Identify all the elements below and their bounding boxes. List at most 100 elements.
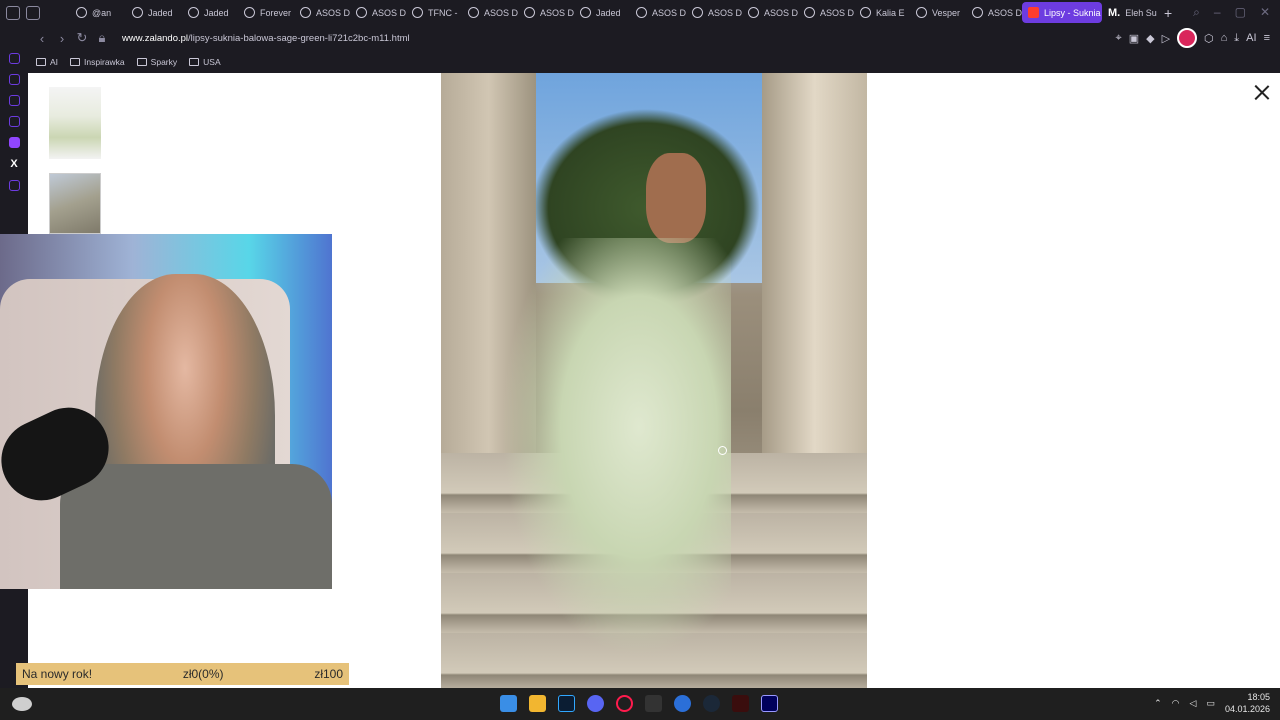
product-image-zoomed[interactable] <box>441 73 867 688</box>
tab[interactable]: Jaded <box>126 2 182 23</box>
tab[interactable]: ASOS D <box>742 2 798 23</box>
tab[interactable]: @an <box>70 2 126 23</box>
tab[interactable]: Kalia E <box>854 2 910 23</box>
tab-label: Jaded <box>596 7 621 18</box>
tab-active[interactable]: Lipsy - Suknia <box>1022 2 1102 23</box>
play-icon[interactable]: ▷ <box>1162 32 1170 45</box>
close-icon[interactable] <box>1252 83 1272 103</box>
tab[interactable]: M. Eleh Su <box>1102 2 1158 23</box>
epic-games-icon[interactable] <box>645 695 662 712</box>
tab-label: ASOS D <box>316 7 350 18</box>
system-tray: ⌃ ◠ ◁ ▭ 18:05 04.01.2026 <box>1154 691 1270 715</box>
tab-favicon-icon <box>356 7 367 18</box>
tab-label: Kalia E <box>876 7 905 18</box>
messenger-icon[interactable] <box>674 695 691 712</box>
browser-toolbar-icons: ⌖ ▣ ◆ ▷ ⬡ ⌂ ⤓ AI ≡ <box>1115 28 1280 48</box>
wifi-icon[interactable]: ◠ <box>1172 698 1180 709</box>
tab-menu-icon[interactable] <box>26 5 40 20</box>
tab-label: TFNC - <box>428 7 458 18</box>
wallet-icon[interactable]: ⌂ <box>1221 32 1228 44</box>
bookmark-folder-inspirawka[interactable]: Inspirawka <box>70 57 125 67</box>
tab[interactable]: ASOS D <box>798 2 854 23</box>
opera-gx-icon[interactable] <box>616 695 633 712</box>
tab-favicon-icon <box>916 7 927 18</box>
maximize-icon[interactable]: ▢ <box>1235 5 1246 20</box>
m-favicon-icon: M. <box>1108 6 1121 19</box>
goal-progress: zł0(0%) <box>182 667 224 681</box>
premiere-icon[interactable] <box>761 695 778 712</box>
tab[interactable]: Forever <box>238 2 294 23</box>
tab[interactable]: ASOS D <box>686 2 742 23</box>
clock[interactable]: 18:05 04.01.2026 <box>1225 691 1270 715</box>
url-field[interactable]: www.zalando.pl/lipsy-suknia-balowa-sage-… <box>122 33 410 44</box>
sidebar-aria-icon[interactable] <box>8 53 20 64</box>
bookmark-folder-usa[interactable]: USA <box>189 57 221 67</box>
sidebar-twitch-icon[interactable] <box>8 137 20 148</box>
address-bar-row: ‹ › ↻ 🔒︎ www.zalando.pl/lipsy-suknia-bal… <box>0 25 1280 51</box>
ai-icon[interactable]: AI <box>1246 32 1256 44</box>
tab[interactable]: Vesper <box>910 2 966 23</box>
tab[interactable]: TFNC - <box>406 2 462 23</box>
tray-chevron-icon[interactable]: ⌃ <box>1154 698 1162 709</box>
file-explorer-icon[interactable] <box>529 695 546 712</box>
tab[interactable]: Jaded <box>574 2 630 23</box>
search-tabs-icon[interactable]: ⌕ <box>1193 5 1200 20</box>
tab[interactable]: ASOS D <box>350 2 406 23</box>
tab[interactable]: ASOS D <box>294 2 350 23</box>
forward-arrow-icon[interactable]: › <box>52 31 72 46</box>
tab-label: ASOS D <box>764 7 798 18</box>
extensions-icon[interactable]: ⬡ <box>1204 32 1214 45</box>
streamlabs-icon[interactable] <box>732 695 749 712</box>
sidebar-mail-icon[interactable] <box>8 116 20 127</box>
workspaces-icon[interactable] <box>6 5 20 20</box>
folder-icon <box>189 58 200 66</box>
weather-widget-icon[interactable] <box>12 697 32 711</box>
gallery-thumbnail-selected[interactable] <box>49 173 101 234</box>
reload-icon[interactable]: ↻ <box>72 30 92 46</box>
tab-label: ASOS D <box>540 7 574 18</box>
download-icon[interactable]: ⤓ <box>1234 32 1239 45</box>
bookmark-folder-ai[interactable]: AI <box>36 57 58 67</box>
tab[interactable]: ASOS D <box>518 2 574 23</box>
tab[interactable]: ASOS D <box>966 2 1022 23</box>
tab[interactable]: Jaded <box>182 2 238 23</box>
zoom-cursor-icon <box>718 446 727 455</box>
sidebar-bag-icon[interactable] <box>8 74 20 85</box>
pin-icon[interactable]: ⌖ <box>1115 32 1121 45</box>
start-menu-icon[interactable] <box>500 695 517 712</box>
tab[interactable]: ASOS D <box>630 2 686 23</box>
tab[interactable]: ASOS D <box>462 2 518 23</box>
back-arrow-icon[interactable]: ‹ <box>32 31 52 46</box>
tab-favicon-icon <box>804 7 815 18</box>
tab-label: @an <box>92 7 112 18</box>
bookmark-folder-sparky[interactable]: Sparky <box>136 57 177 67</box>
minimize-icon[interactable]: – <box>1214 5 1221 20</box>
sidebar-player-icon[interactable] <box>8 180 20 191</box>
new-tab-plus-icon[interactable]: + <box>1158 5 1178 21</box>
windows-taskbar: ⌃ ◠ ◁ ▭ 18:05 04.01.2026 <box>0 688 1280 720</box>
tab-label: Jaded <box>148 7 173 18</box>
volume-icon[interactable]: ◁ <box>1190 698 1197 709</box>
bookmark-label: USA <box>203 57 221 67</box>
photoshop-icon[interactable] <box>558 695 575 712</box>
gallery-thumbnail[interactable] <box>49 87 101 159</box>
tab-favicon-icon <box>580 7 591 18</box>
battery-icon[interactable]: ▭ <box>1206 698 1215 709</box>
window-controls: ⌕ – ▢ ✕ <box>1193 5 1280 20</box>
instagram-icon[interactable] <box>1177 28 1198 48</box>
tab-label: ASOS D <box>652 7 686 18</box>
browser-tab-strip: @an Jaded Jaded Forever ASOS D ASOS D TF… <box>0 0 1280 25</box>
snapshot-icon[interactable]: ▣ <box>1129 32 1139 45</box>
discord-icon[interactable] <box>587 695 604 712</box>
steam-icon[interactable] <box>703 695 720 712</box>
sidebar-x-icon[interactable]: X <box>10 158 17 170</box>
sidebar-messenger-icon[interactable] <box>8 95 20 106</box>
tab-favicon-icon <box>76 7 87 18</box>
tab-favicon-icon <box>468 7 479 18</box>
window-close-icon[interactable]: ✕ <box>1260 5 1270 20</box>
tab-label: Forever <box>260 7 292 18</box>
tab-favicon-icon <box>300 7 311 18</box>
lock-icon[interactable]: 🔒︎ <box>92 30 112 46</box>
shield-icon[interactable]: ◆ <box>1146 32 1154 45</box>
menu-icon[interactable]: ≡ <box>1264 32 1270 44</box>
